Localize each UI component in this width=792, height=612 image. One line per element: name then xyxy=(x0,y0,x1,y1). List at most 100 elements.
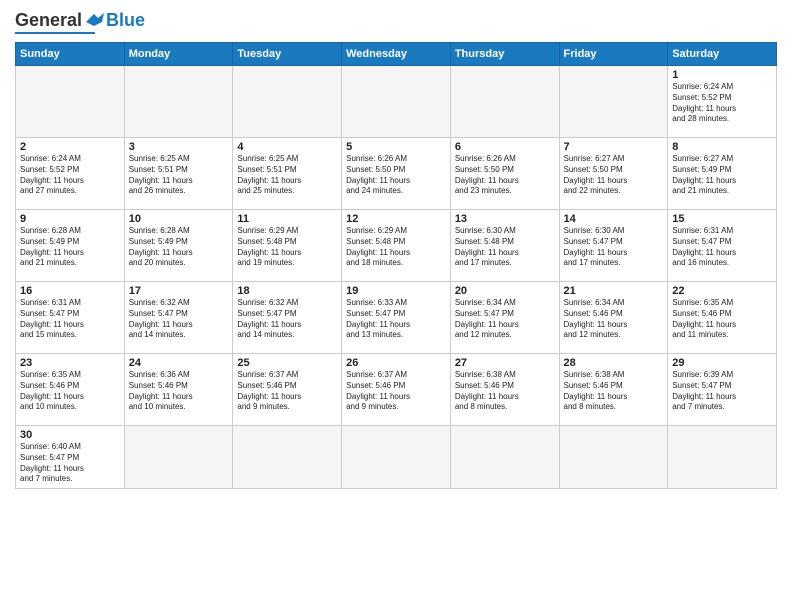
day-info: Sunrise: 6:25 AMSunset: 5:51 PMDaylight:… xyxy=(129,154,229,197)
day-number: 5 xyxy=(346,141,446,153)
calendar-cell: 14Sunrise: 6:30 AMSunset: 5:47 PMDayligh… xyxy=(559,210,668,282)
logo-blue-text: Blue xyxy=(106,10,145,31)
calendar-header-tuesday: Tuesday xyxy=(233,43,342,66)
calendar-cell xyxy=(559,426,668,489)
day-number: 15 xyxy=(672,213,772,225)
day-number: 22 xyxy=(672,285,772,297)
calendar-cell: 29Sunrise: 6:39 AMSunset: 5:47 PMDayligh… xyxy=(668,354,777,426)
day-info: Sunrise: 6:32 AMSunset: 5:47 PMDaylight:… xyxy=(129,298,229,341)
calendar-cell xyxy=(450,66,559,138)
day-info: Sunrise: 6:34 AMSunset: 5:47 PMDaylight:… xyxy=(455,298,555,341)
calendar-week-4: 16Sunrise: 6:31 AMSunset: 5:47 PMDayligh… xyxy=(16,282,777,354)
calendar-cell: 13Sunrise: 6:30 AMSunset: 5:48 PMDayligh… xyxy=(450,210,559,282)
day-number: 30 xyxy=(20,429,120,441)
calendar-cell: 30Sunrise: 6:40 AMSunset: 5:47 PMDayligh… xyxy=(16,426,125,489)
day-number: 9 xyxy=(20,213,120,225)
calendar-week-2: 2Sunrise: 6:24 AMSunset: 5:52 PMDaylight… xyxy=(16,138,777,210)
calendar-cell xyxy=(342,66,451,138)
day-number: 19 xyxy=(346,285,446,297)
calendar-cell: 5Sunrise: 6:26 AMSunset: 5:50 PMDaylight… xyxy=(342,138,451,210)
day-info: Sunrise: 6:40 AMSunset: 5:47 PMDaylight:… xyxy=(20,442,120,485)
day-info: Sunrise: 6:38 AMSunset: 5:46 PMDaylight:… xyxy=(455,370,555,413)
day-info: Sunrise: 6:27 AMSunset: 5:50 PMDaylight:… xyxy=(564,154,664,197)
calendar-cell: 8Sunrise: 6:27 AMSunset: 5:49 PMDaylight… xyxy=(668,138,777,210)
day-number: 21 xyxy=(564,285,664,297)
calendar-cell: 3Sunrise: 6:25 AMSunset: 5:51 PMDaylight… xyxy=(124,138,233,210)
calendar-cell: 26Sunrise: 6:37 AMSunset: 5:46 PMDayligh… xyxy=(342,354,451,426)
calendar-cell: 23Sunrise: 6:35 AMSunset: 5:46 PMDayligh… xyxy=(16,354,125,426)
calendar-cell xyxy=(559,66,668,138)
header: General Blue xyxy=(15,10,777,34)
day-info: Sunrise: 6:31 AMSunset: 5:47 PMDaylight:… xyxy=(20,298,120,341)
calendar-week-5: 23Sunrise: 6:35 AMSunset: 5:46 PMDayligh… xyxy=(16,354,777,426)
calendar-cell xyxy=(233,426,342,489)
day-number: 4 xyxy=(237,141,337,153)
calendar-cell xyxy=(124,66,233,138)
day-info: Sunrise: 6:37 AMSunset: 5:46 PMDaylight:… xyxy=(237,370,337,413)
calendar-cell: 12Sunrise: 6:29 AMSunset: 5:48 PMDayligh… xyxy=(342,210,451,282)
day-info: Sunrise: 6:38 AMSunset: 5:46 PMDaylight:… xyxy=(564,370,664,413)
day-info: Sunrise: 6:24 AMSunset: 5:52 PMDaylight:… xyxy=(672,82,772,125)
day-number: 7 xyxy=(564,141,664,153)
calendar-header-thursday: Thursday xyxy=(450,43,559,66)
day-info: Sunrise: 6:35 AMSunset: 5:46 PMDaylight:… xyxy=(20,370,120,413)
calendar-cell: 28Sunrise: 6:38 AMSunset: 5:46 PMDayligh… xyxy=(559,354,668,426)
day-number: 20 xyxy=(455,285,555,297)
day-number: 25 xyxy=(237,357,337,369)
calendar-cell: 24Sunrise: 6:36 AMSunset: 5:46 PMDayligh… xyxy=(124,354,233,426)
day-number: 1 xyxy=(672,69,772,81)
day-info: Sunrise: 6:29 AMSunset: 5:48 PMDaylight:… xyxy=(346,226,446,269)
calendar-cell: 22Sunrise: 6:35 AMSunset: 5:46 PMDayligh… xyxy=(668,282,777,354)
calendar-week-1: 1Sunrise: 6:24 AMSunset: 5:52 PMDaylight… xyxy=(16,66,777,138)
day-info: Sunrise: 6:30 AMSunset: 5:48 PMDaylight:… xyxy=(455,226,555,269)
calendar-table: SundayMondayTuesdayWednesdayThursdayFrid… xyxy=(15,42,777,489)
calendar-cell: 20Sunrise: 6:34 AMSunset: 5:47 PMDayligh… xyxy=(450,282,559,354)
calendar-cell xyxy=(450,426,559,489)
day-info: Sunrise: 6:29 AMSunset: 5:48 PMDaylight:… xyxy=(237,226,337,269)
day-info: Sunrise: 6:27 AMSunset: 5:49 PMDaylight:… xyxy=(672,154,772,197)
calendar-header-sunday: Sunday xyxy=(16,43,125,66)
calendar-header-row: SundayMondayTuesdayWednesdayThursdayFrid… xyxy=(16,43,777,66)
calendar-cell xyxy=(124,426,233,489)
page: General Blue SundayMondayTuesdayWednesda… xyxy=(0,0,792,504)
day-number: 17 xyxy=(129,285,229,297)
day-number: 28 xyxy=(564,357,664,369)
day-number: 11 xyxy=(237,213,337,225)
calendar-cell: 2Sunrise: 6:24 AMSunset: 5:52 PMDaylight… xyxy=(16,138,125,210)
day-number: 29 xyxy=(672,357,772,369)
day-number: 24 xyxy=(129,357,229,369)
day-info: Sunrise: 6:25 AMSunset: 5:51 PMDaylight:… xyxy=(237,154,337,197)
day-number: 14 xyxy=(564,213,664,225)
calendar-header-saturday: Saturday xyxy=(668,43,777,66)
calendar-cell: 17Sunrise: 6:32 AMSunset: 5:47 PMDayligh… xyxy=(124,282,233,354)
calendar-cell: 7Sunrise: 6:27 AMSunset: 5:50 PMDaylight… xyxy=(559,138,668,210)
day-number: 10 xyxy=(129,213,229,225)
day-info: Sunrise: 6:30 AMSunset: 5:47 PMDaylight:… xyxy=(564,226,664,269)
calendar-header-wednesday: Wednesday xyxy=(342,43,451,66)
calendar-week-6: 30Sunrise: 6:40 AMSunset: 5:47 PMDayligh… xyxy=(16,426,777,489)
logo-general-text: General xyxy=(15,10,82,31)
day-number: 18 xyxy=(237,285,337,297)
calendar-cell: 18Sunrise: 6:32 AMSunset: 5:47 PMDayligh… xyxy=(233,282,342,354)
day-number: 26 xyxy=(346,357,446,369)
day-number: 6 xyxy=(455,141,555,153)
logo-bird-icon xyxy=(84,12,106,30)
calendar-cell: 25Sunrise: 6:37 AMSunset: 5:46 PMDayligh… xyxy=(233,354,342,426)
calendar-cell: 9Sunrise: 6:28 AMSunset: 5:49 PMDaylight… xyxy=(16,210,125,282)
calendar-cell xyxy=(16,66,125,138)
logo: General Blue xyxy=(15,10,145,34)
day-number: 8 xyxy=(672,141,772,153)
day-info: Sunrise: 6:34 AMSunset: 5:46 PMDaylight:… xyxy=(564,298,664,341)
day-info: Sunrise: 6:31 AMSunset: 5:47 PMDaylight:… xyxy=(672,226,772,269)
day-info: Sunrise: 6:24 AMSunset: 5:52 PMDaylight:… xyxy=(20,154,120,197)
day-info: Sunrise: 6:26 AMSunset: 5:50 PMDaylight:… xyxy=(346,154,446,197)
calendar-cell: 19Sunrise: 6:33 AMSunset: 5:47 PMDayligh… xyxy=(342,282,451,354)
day-number: 13 xyxy=(455,213,555,225)
day-info: Sunrise: 6:26 AMSunset: 5:50 PMDaylight:… xyxy=(455,154,555,197)
calendar-cell xyxy=(342,426,451,489)
calendar-cell: 27Sunrise: 6:38 AMSunset: 5:46 PMDayligh… xyxy=(450,354,559,426)
day-info: Sunrise: 6:36 AMSunset: 5:46 PMDaylight:… xyxy=(129,370,229,413)
calendar-cell: 6Sunrise: 6:26 AMSunset: 5:50 PMDaylight… xyxy=(450,138,559,210)
calendar-cell: 10Sunrise: 6:28 AMSunset: 5:49 PMDayligh… xyxy=(124,210,233,282)
day-info: Sunrise: 6:37 AMSunset: 5:46 PMDaylight:… xyxy=(346,370,446,413)
